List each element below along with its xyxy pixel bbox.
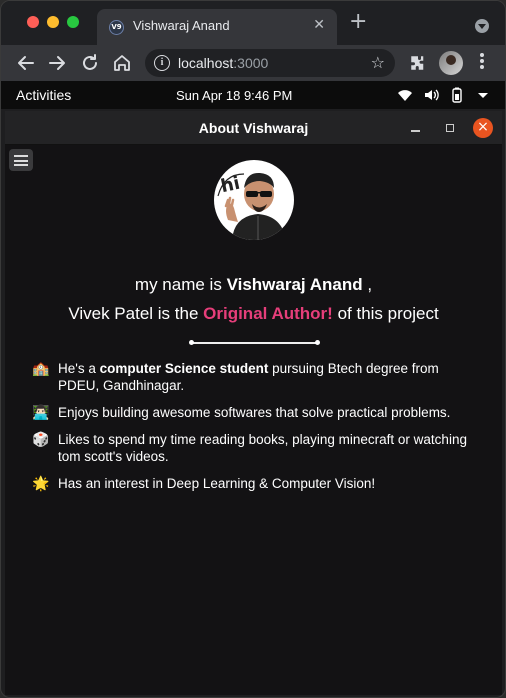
dice-icon: 🎲 <box>32 431 50 447</box>
profile-avatar[interactable] <box>439 51 463 75</box>
system-status-area[interactable] <box>397 87 491 103</box>
browser-tab[interactable]: V9 Vishwaraj Anand ✕ <box>97 9 337 45</box>
intro-1-suffix: , <box>362 275 373 294</box>
minimize-icon[interactable] <box>411 130 420 132</box>
tab-search-icon[interactable] <box>475 19 489 33</box>
intro-2-prefix: Vivek Patel is the <box>68 304 204 323</box>
url-text: localhost:3000 <box>178 55 268 71</box>
browser-toolbar: i localhost:3000 ☆ <box>1 45 505 81</box>
intro-2-suffix: of this project <box>332 304 439 323</box>
school-icon: 🏫 <box>32 360 50 376</box>
fact-text-part: He's a <box>58 361 100 376</box>
site-info-icon[interactable]: i <box>154 55 170 71</box>
technologist-icon: 👨🏻‍💻 <box>32 404 50 420</box>
fact-text: He's a computer Science student pursuing… <box>58 360 472 394</box>
back-arrow-icon[interactable] <box>14 51 38 75</box>
browser-window: V9 Vishwaraj Anand ✕ + i localhost:3000 … <box>0 0 506 698</box>
list-item: 🏫 He's a computer Science student pursui… <box>32 360 472 394</box>
activities-button[interactable]: Activities <box>16 87 71 103</box>
address-bar[interactable]: i localhost:3000 ☆ <box>145 49 395 77</box>
intro-1-prefix: my name is <box>134 275 227 294</box>
fact-text: Enjoys building awesome softwares that s… <box>58 405 451 420</box>
forward-arrow-icon[interactable] <box>45 51 69 75</box>
owner-name: Vishwaraj Anand <box>226 275 363 294</box>
close-icon[interactable]: × <box>473 118 493 138</box>
star-icon: 🌟 <box>32 475 50 491</box>
home-icon[interactable] <box>110 51 134 75</box>
list-item: 🎲 Likes to spend my time reading books, … <box>32 431 472 465</box>
tab-strip: V9 Vishwaraj Anand ✕ + <box>1 1 505 45</box>
avatar: hi <box>214 160 294 240</box>
list-item: 👨🏻‍💻 Enjoys building awesome softwares t… <box>32 404 472 421</box>
system-clock[interactable]: Sun Apr 18 9:46 PM <box>176 88 292 103</box>
intro-line-1: my name is Vishwaraj Anand , <box>5 275 502 295</box>
system-menu-arrow-icon <box>478 93 488 98</box>
favicon-icon: V9 <box>109 20 124 35</box>
minimize-window-button[interactable] <box>47 16 59 28</box>
app-content: hi my name is Vishwaraj Anand , Vivek Pa… <box>5 145 502 695</box>
app-header-bar: About Vishwaraj × <box>5 111 502 145</box>
list-item: 🌟 Has an interest in Deep Learning & Com… <box>32 475 472 492</box>
original-author-link[interactable]: Original Author! <box>203 304 333 323</box>
browser-menu-icon[interactable] <box>477 53 487 73</box>
volume-icon <box>425 89 439 101</box>
facts-list: 🏫 He's a computer Science student pursui… <box>32 360 472 502</box>
intro-line-2: Vivek Patel is the Original Author! of t… <box>5 304 502 324</box>
divider <box>189 340 320 345</box>
reload-icon[interactable] <box>78 51 102 75</box>
bookmark-star-icon[interactable]: ☆ <box>371 53 385 72</box>
restore-icon[interactable] <box>446 124 454 132</box>
wifi-icon <box>398 90 412 101</box>
battery-icon <box>452 87 462 103</box>
url-host: localhost <box>178 55 234 71</box>
tab-title: Vishwaraj Anand <box>133 18 230 33</box>
tab-close-icon[interactable]: ✕ <box>313 17 325 33</box>
menu-hamburger-icon[interactable] <box>9 149 33 171</box>
zoom-window-button[interactable] <box>67 16 79 28</box>
fact-text: Has an interest in Deep Learning & Compu… <box>58 476 376 491</box>
extensions-puzzle-icon[interactable] <box>409 54 427 72</box>
fact-text-bold: computer Science student <box>99 361 269 376</box>
url-port: :3000 <box>233 55 269 71</box>
fact-text: Likes to spend my time reading books, pl… <box>58 432 467 464</box>
system-top-bar: Activities Sun Apr 18 9:46 PM <box>1 81 505 109</box>
new-tab-button[interactable]: + <box>349 11 367 33</box>
close-window-button[interactable] <box>27 16 39 28</box>
app-title: About Vishwaraj <box>198 120 309 136</box>
